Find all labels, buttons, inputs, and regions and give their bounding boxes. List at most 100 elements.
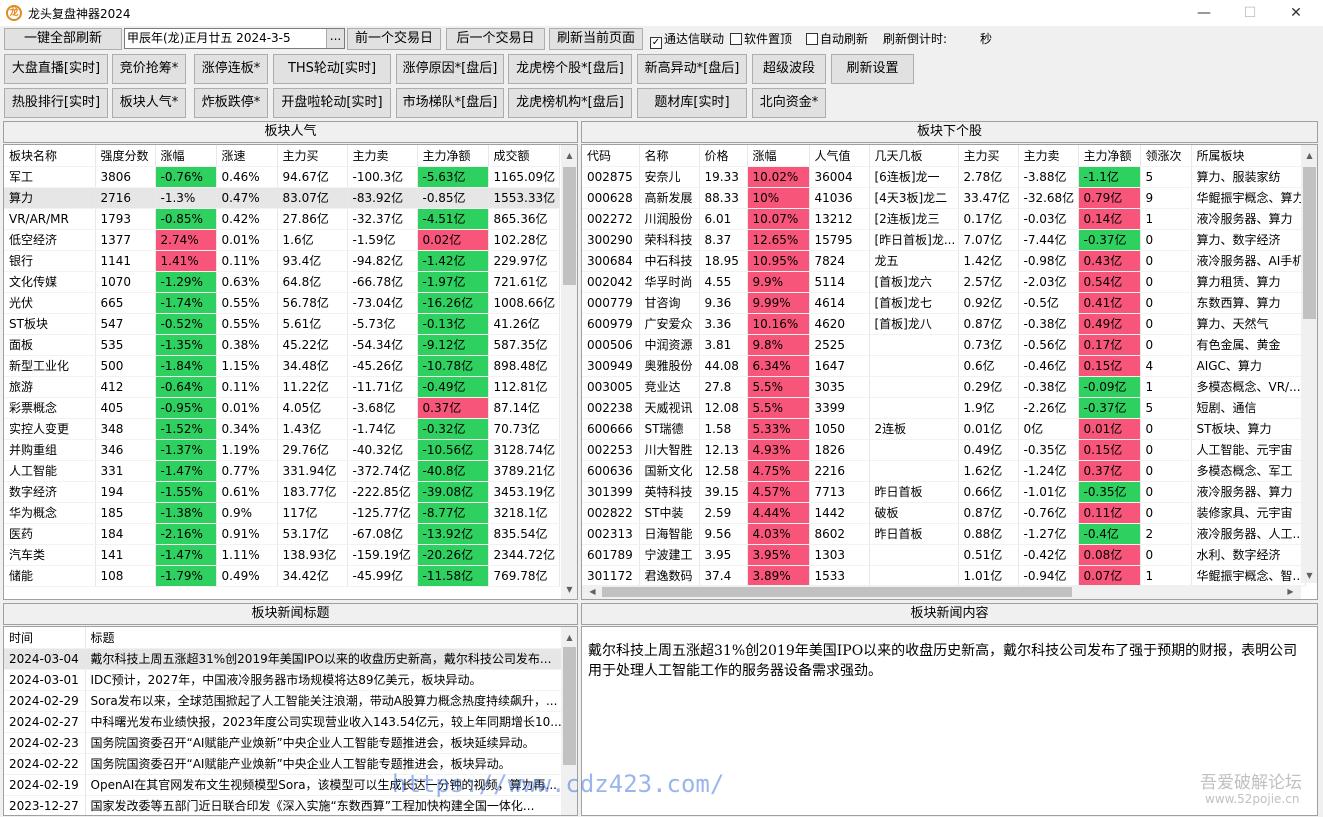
column-header[interactable]: 时间 bbox=[4, 627, 86, 649]
table-row[interactable]: 汽车类 141 -1.47% 1.11% 138.93亿 -159.19亿 -20.26亿 2… bbox=[4, 544, 560, 566]
nav-button[interactable]: 龙虎榜机构*[盘后] bbox=[508, 88, 632, 118]
maximize-button[interactable]: ☐ bbox=[1227, 0, 1273, 26]
column-header[interactable]: 代码 bbox=[582, 145, 640, 167]
table-row[interactable]: 600636 国新文化 12.58 4.75% 2216 1.62亿 -1.24亿 0.37亿… bbox=[582, 460, 1306, 482]
nav-button[interactable]: 热股排行[实时] bbox=[4, 88, 108, 118]
table-row[interactable]: 000506 中润资源 3.81 9.8% 2525 0.73亿 -0.56亿 0.17亿 0 有… bbox=[582, 334, 1306, 356]
column-header[interactable]: 板块名称 bbox=[4, 145, 96, 167]
nav-button[interactable]: 开盘啦轮动[实时] bbox=[273, 88, 391, 118]
sector-vertical-scrollbar[interactable]: ▲ ▼ bbox=[561, 145, 577, 599]
column-header[interactable]: 成交额 bbox=[488, 145, 560, 167]
nav-button[interactable]: 刷新设置 bbox=[831, 54, 914, 84]
table-row[interactable]: 银行 1141 1.41% 0.11% 93.4亿 -94.82亿 -1.42亿 229.97… bbox=[4, 250, 560, 272]
table-row[interactable]: 医药 184 -2.16% 0.91% 53.17亿 -67.08亿 -13.92亿 835.… bbox=[4, 523, 560, 545]
table-row[interactable]: ST板块 547 -0.52% 0.55% 5.61亿 -5.73亿 -0.13亿 41.26… bbox=[4, 313, 560, 335]
table-row[interactable]: 2024-03-04 戴尔科技上周五涨超31%创2019年美国IPO以来的收盘历史… bbox=[4, 648, 567, 670]
table-row[interactable]: 2024-03-01 IDC预计，2027年，中国液冷服务器市场规模将达89亿美元… bbox=[4, 669, 567, 691]
scrollbar-thumb[interactable] bbox=[563, 167, 576, 285]
scrollbar-thumb[interactable] bbox=[1303, 167, 1316, 319]
table-row[interactable]: 301399 英特科技 39.15 4.57% 7713 昨日首板 0.66亿 -1.01亿 -… bbox=[582, 481, 1306, 503]
table-row[interactable]: 光伏 665 -1.74% 0.55% 56.78亿 -73.04亿 -16.26亿 1008… bbox=[4, 292, 560, 314]
column-header[interactable]: 主力净额 bbox=[417, 145, 489, 167]
column-header[interactable]: 领涨次 bbox=[1140, 145, 1192, 167]
table-row[interactable]: 算力 2716 -1.3% 0.47% 83.07亿 -83.92亿 -0.85亿 1553.… bbox=[4, 187, 560, 209]
table-row[interactable]: 002238 天威视讯 12.08 5.5% 3399 1.9亿 -2.26亿 -0.37亿 5… bbox=[582, 397, 1306, 419]
nav-button[interactable]: 大盘直播[实时] bbox=[4, 54, 108, 84]
table-row[interactable]: 人工智能 331 -1.47% 0.77% 331.94亿 -372.74亿 -40.8亿 3… bbox=[4, 460, 560, 482]
table-row[interactable]: 002313 日海智能 9.56 4.03% 8602 昨日首板 0.88亿 -1.27亿 -0… bbox=[582, 523, 1306, 545]
nav-button[interactable]: 市场梯队*[盘后] bbox=[396, 88, 504, 118]
table-row[interactable]: 000779 甘咨询 9.36 9.99% 4614 [首板]龙七 0.92亿 -0.5亿 0.… bbox=[582, 292, 1306, 314]
table-row[interactable]: 彩票概念 405 -0.95% 0.01% 4.05亿 -3.68亿 0.37亿 87.14亿 bbox=[4, 397, 560, 419]
column-header[interactable]: 所属板块 bbox=[1191, 145, 1306, 167]
nav-button[interactable]: 涨停连板* bbox=[194, 54, 268, 84]
table-row[interactable]: 003005 竞业达 27.8 5.5% 3035 0.29亿 -0.38亿 -0.09亿 1 多… bbox=[582, 376, 1306, 398]
table-row[interactable]: 2024-02-29 Sora发布以来，全球范围掀起了人工智能关注浪潮，带动A股算… bbox=[4, 690, 567, 712]
nav-button[interactable]: 超级波段 bbox=[752, 54, 826, 84]
table-row[interactable]: 002272 川润股份 6.01 10.07% 13212 [2连板]龙三 0.17亿 -0.… bbox=[582, 208, 1306, 230]
table-row[interactable]: 面板 535 -1.35% 0.38% 45.22亿 -54.34亿 -9.12亿 587.3… bbox=[4, 334, 560, 356]
refresh-all-button[interactable]: 一键全部刷新 bbox=[4, 28, 122, 50]
table-row[interactable]: 600979 广安爱众 3.36 10.16% 4620 [首板]龙八 0.87亿 -0.38… bbox=[582, 313, 1306, 335]
table-row[interactable]: VR/AR/MR 1793 -0.85% 0.42% 27.86亿 -32.37亿 -4.5… bbox=[4, 208, 560, 230]
column-header[interactable]: 主力卖 bbox=[1018, 145, 1079, 167]
table-row[interactable]: 数字经济 194 -1.55% 0.61% 183.77亿 -222.85亿 -39.08亿… bbox=[4, 481, 560, 503]
column-header[interactable]: 主力净额 bbox=[1078, 145, 1141, 167]
refresh-page-button[interactable]: 刷新当前页面 bbox=[549, 28, 643, 50]
scrollbar-thumb[interactable] bbox=[563, 647, 576, 765]
table-row[interactable]: 002822 ST中装 2.59 4.44% 1442 破板 0.87亿 -0.76亿 0.11… bbox=[582, 502, 1306, 524]
auto-refresh-checkbox[interactable]: 自动刷新 bbox=[806, 30, 868, 47]
nav-button[interactable]: 竞价抢筹* bbox=[112, 54, 186, 84]
table-row[interactable]: 601789 宁波建工 3.95 3.95% 1303 0.51亿 -0.42亿 0.08亿 0… bbox=[582, 544, 1306, 566]
scroll-right-icon[interactable]: ▶ bbox=[1282, 585, 1299, 599]
table-row[interactable]: 2023-12-27 国家发改委等五部门近日联合印发《深入实施“东数西算”工程加快… bbox=[4, 795, 567, 815]
column-header[interactable]: 名称 bbox=[639, 145, 700, 167]
table-row[interactable]: 华为概念 185 -1.38% 0.9% 117亿 -125.77亿 -8.77亿 3218.… bbox=[4, 502, 560, 524]
prev-trading-day-button[interactable]: 前一个交易日 bbox=[347, 28, 441, 50]
column-header[interactable]: 标题 bbox=[85, 627, 567, 649]
nav-button[interactable]: 板块人气* bbox=[112, 88, 186, 118]
table-row[interactable]: 002253 川大智胜 12.13 4.93% 1826 0.49亿 -0.35亿 0.15亿… bbox=[582, 439, 1306, 461]
table-row[interactable]: 002875 安奈儿 19.33 10.02% 36004 [6连板]龙一 2.78亿 -3.… bbox=[582, 166, 1306, 188]
stock-horizontal-scrollbar[interactable]: ◀ ▶ bbox=[582, 585, 1301, 599]
date-field[interactable]: 甲辰年(龙)正月廿五 2024-3-5 ... bbox=[124, 28, 345, 49]
nav-button[interactable]: 涨停原因*[盘后] bbox=[396, 54, 504, 84]
table-row[interactable]: 军工 3806 -0.76% 0.46% 94.67亿 -100.3亿 -5.63亿 1165… bbox=[4, 166, 560, 188]
table-row[interactable]: 储能 108 -1.79% 0.49% 34.42亿 -45.99亿 -11.58亿 769.… bbox=[4, 565, 560, 587]
nav-button[interactable]: THS轮动[实时] bbox=[273, 54, 391, 84]
table-row[interactable]: 文化传媒 1070 -1.29% 0.63% 64.8亿 -66.78亿 -1.97亿 721… bbox=[4, 271, 560, 293]
date-picker-button[interactable]: ... bbox=[326, 29, 344, 48]
always-on-top-checkbox[interactable]: 软件置顶 bbox=[730, 30, 792, 47]
table-row[interactable]: 并购重组 346 -1.37% 1.19% 29.76亿 -40.32亿 -10.56亿 31… bbox=[4, 439, 560, 461]
scrollbar-thumb[interactable] bbox=[602, 587, 1072, 597]
column-header[interactable]: 涨速 bbox=[216, 145, 278, 167]
table-row[interactable]: 旅游 412 -0.64% 0.11% 11.22亿 -11.71亿 -0.49亿 112.8… bbox=[4, 376, 560, 398]
tdx-link-checkbox[interactable]: ✓ 通达信联动 bbox=[650, 30, 724, 49]
column-header[interactable]: 主力买 bbox=[958, 145, 1019, 167]
scroll-up-icon[interactable]: ▲ bbox=[561, 631, 577, 645]
column-header[interactable]: 主力买 bbox=[277, 145, 348, 167]
column-header[interactable]: 强度分数 bbox=[95, 145, 156, 167]
nav-button[interactable]: 北向资金* bbox=[752, 88, 826, 118]
table-row[interactable]: 000628 高新发展 88.33 10% 41036 [4天3板]龙二 33.47亿 -32… bbox=[582, 187, 1306, 209]
minimize-button[interactable]: — bbox=[1181, 0, 1227, 26]
table-row[interactable]: 2024-02-23 国务院国资委召开“AI赋能产业焕新”中央企业人工智能专题推进… bbox=[4, 732, 567, 754]
nav-button[interactable]: 龙虎榜个股*[盘后] bbox=[508, 54, 632, 84]
nav-button[interactable]: 炸板跌停* bbox=[194, 88, 268, 118]
table-row[interactable]: 300949 奥雅股份 44.08 6.34% 1647 0.6亿 -0.46亿 0.15亿 4… bbox=[582, 355, 1306, 377]
scroll-down-icon[interactable]: ▼ bbox=[561, 583, 577, 597]
column-header[interactable]: 涨幅 bbox=[747, 145, 810, 167]
stock-vertical-scrollbar[interactable]: ▲ ▼ bbox=[1301, 145, 1317, 583]
scroll-down-icon[interactable]: ▼ bbox=[1301, 569, 1317, 583]
nav-button[interactable]: 新高异动*[盘后] bbox=[637, 54, 747, 84]
table-row[interactable]: 300684 中石科技 18.95 10.95% 7824 龙五 1.42亿 -0.98亿 0.… bbox=[582, 250, 1306, 272]
column-header[interactable]: 人气值 bbox=[809, 145, 870, 167]
table-row[interactable]: 新型工业化 500 -1.84% 1.15% 34.48亿 -45.26亿 -10.78亿 8… bbox=[4, 355, 560, 377]
column-header[interactable]: 价格 bbox=[699, 145, 748, 167]
table-row[interactable]: 2024-02-27 中科曙光发布业绩快报，2023年度公司实现营业收入143.5… bbox=[4, 711, 567, 733]
scroll-up-icon[interactable]: ▲ bbox=[1301, 149, 1317, 163]
table-row[interactable]: 600666 ST瑞德 1.58 5.33% 1050 2连板 0.01亿 0亿 0.01亿 0 S… bbox=[582, 418, 1306, 440]
scroll-left-icon[interactable]: ◀ bbox=[584, 585, 601, 599]
nav-button[interactable]: 题材库[实时] bbox=[637, 88, 747, 118]
table-row[interactable]: 实控人变更 348 -1.52% 0.34% 1.43亿 -1.74亿 -0.32亿 70.7… bbox=[4, 418, 560, 440]
